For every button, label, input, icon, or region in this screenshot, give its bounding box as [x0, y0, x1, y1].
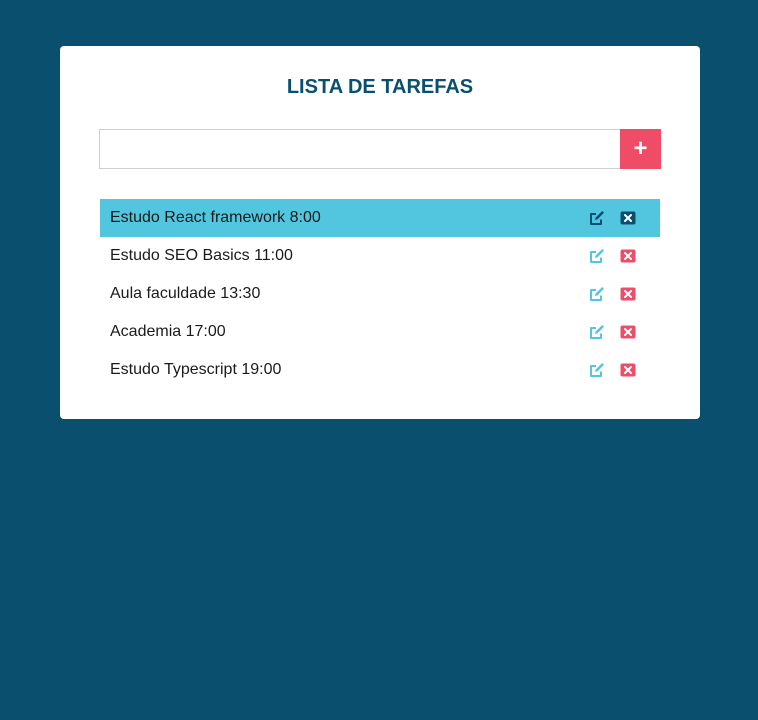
task-item[interactable]: Aula faculdade 13:30 [100, 275, 660, 313]
task-actions [589, 286, 636, 302]
task-item[interactable]: Estudo Typescript 19:00 [100, 351, 660, 389]
edit-icon[interactable] [589, 248, 605, 264]
edit-icon[interactable] [589, 362, 605, 378]
new-task-row: + [99, 129, 661, 169]
task-label: Aula faculdade 13:30 [110, 285, 261, 302]
task-item[interactable]: Academia 17:00 [100, 313, 660, 351]
task-label: Estudo React framework 8:00 [110, 209, 321, 226]
new-task-input[interactable] [99, 129, 621, 169]
task-label: Estudo Typescript 19:00 [110, 361, 282, 378]
edit-icon[interactable] [589, 324, 605, 340]
task-item[interactable]: Estudo React framework 8:00 [100, 199, 660, 237]
task-actions [589, 210, 636, 226]
add-task-button[interactable]: + [620, 129, 661, 169]
task-actions [589, 248, 636, 264]
edit-icon[interactable] [589, 286, 605, 302]
delete-icon[interactable] [620, 248, 636, 264]
delete-icon[interactable] [620, 324, 636, 340]
page-title: LISTA DE TAREFAS [286, 76, 474, 98]
delete-icon[interactable] [620, 362, 636, 378]
task-actions [589, 362, 636, 378]
task-list: Estudo React framework 8:00 Estudo SEO Ba… [100, 199, 660, 389]
edit-icon[interactable] [589, 210, 605, 226]
delete-icon[interactable] [620, 286, 636, 302]
task-label: Estudo SEO Basics 11:00 [110, 247, 293, 264]
task-item[interactable]: Estudo SEO Basics 11:00 [100, 237, 660, 275]
task-actions [589, 324, 636, 340]
todo-card: LISTA DE TAREFAS + Estudo React framewor… [60, 46, 700, 419]
delete-icon[interactable] [620, 210, 636, 226]
task-label: Academia 17:00 [110, 323, 226, 340]
